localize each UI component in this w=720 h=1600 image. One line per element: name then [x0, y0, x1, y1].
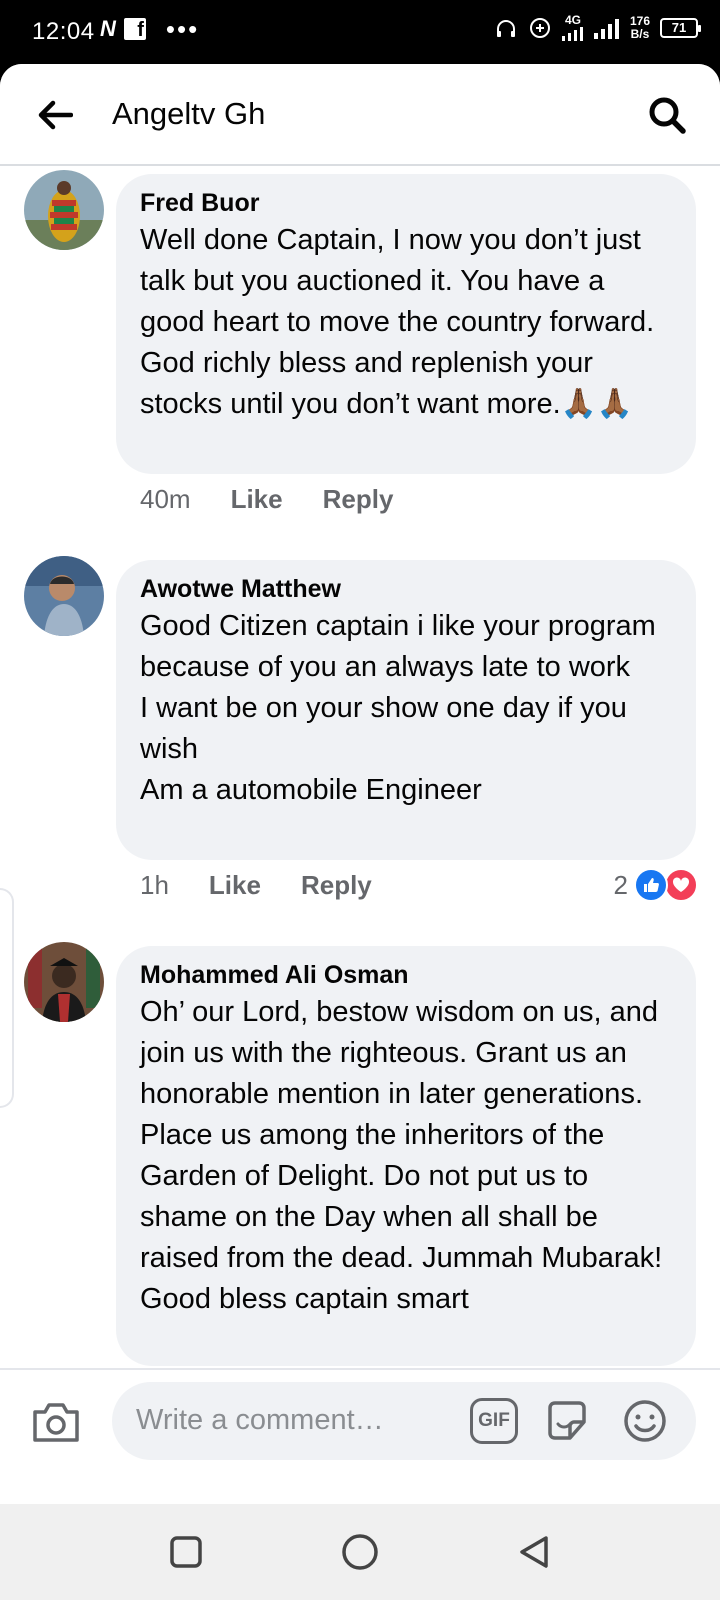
home-button[interactable] [338, 1530, 382, 1574]
network-speed: 176 B/s [629, 13, 650, 41]
back-button[interactable] [30, 90, 80, 140]
emoji-button[interactable] [620, 1396, 670, 1446]
search-icon [649, 97, 686, 134]
network-speed-unit: B/s [630, 26, 650, 41]
comment-bubble[interactable]: Mohammed Ali Osman Oh’ our Lord, bestow … [116, 946, 696, 1366]
avatar[interactable] [24, 556, 104, 636]
avatar-image [24, 942, 104, 1022]
app-screen: Angeltv Gh Fred Buor Well done Captain, … [0, 64, 720, 1504]
like-button[interactable]: Like [231, 484, 283, 515]
avatar[interactable] [24, 170, 104, 250]
comment-input-placeholder: Write a comment… [136, 1404, 384, 1436]
comment-time[interactable]: 1h [140, 870, 169, 901]
search-button[interactable] [640, 88, 694, 142]
network-notification-icon: N [100, 16, 116, 41]
like-button[interactable]: Like [209, 870, 261, 901]
triangle-back-icon [520, 1536, 548, 1568]
reply-button[interactable]: Reply [323, 484, 394, 515]
avatar[interactable] [24, 942, 104, 1022]
status-bar: 12:04 N f ••• 4G 176 B/s 71 [0, 0, 720, 64]
love-icon [664, 868, 698, 902]
comment-text: Oh’ our Lord, bestow wisdom on us, and j… [140, 996, 663, 1315]
network-speed-value: 176 [629, 13, 650, 28]
circle-icon [342, 1534, 378, 1570]
system-back-button[interactable] [512, 1530, 556, 1574]
camera-button[interactable] [28, 1396, 84, 1448]
network-type-label: 4G [564, 13, 581, 27]
square-icon [170, 1536, 202, 1568]
avatar-image [24, 170, 104, 250]
comment-item: Fred Buor Well done Captain, I now you d… [0, 168, 720, 548]
recents-button[interactable] [164, 1530, 208, 1574]
facebook-notification-icon: f [123, 18, 146, 40]
heart-icon [672, 877, 690, 892]
comment-item: Awotwe Matthew Good Citizen captain i li… [0, 554, 720, 934]
status-right-icons: 4G 176 B/s 71 [494, 13, 701, 41]
battery-icon: 71 [660, 17, 701, 38]
comment-bubble[interactable]: Awotwe Matthew Good Citizen captain i li… [116, 560, 696, 860]
comment-author[interactable]: Fred Buor [140, 186, 672, 220]
header: Angeltv Gh [0, 64, 720, 166]
like-icon [634, 868, 668, 902]
camera-icon [33, 1403, 79, 1442]
comment-author[interactable]: Awotwe Matthew [140, 572, 672, 606]
comment-composer: Write a comment… GIF [0, 1368, 720, 1470]
comment-bubble[interactable]: Fred Buor Well done Captain, I now you d… [116, 174, 696, 474]
comment-actions: 1h Like Reply [140, 870, 412, 901]
comment-input[interactable]: Write a comment… GIF [112, 1382, 696, 1460]
battery-level: 71 [671, 20, 687, 35]
more-notifications-icon: ••• [165, 14, 200, 44]
sticker-icon [548, 1401, 586, 1440]
thumbs-up-icon [644, 878, 659, 892]
reactions-summary[interactable]: 2 [614, 868, 698, 902]
page-title: Angeltv Gh [112, 96, 266, 131]
comment-author[interactable]: Mohammed Ali Osman [140, 958, 672, 992]
signal-strength-icon [593, 18, 619, 39]
signal-bars-icon [561, 27, 583, 41]
system-navigation-bar [0, 1504, 720, 1600]
avatar-image [24, 556, 104, 636]
comment-item: Mohammed Ali Osman Oh’ our Lord, bestow … [0, 940, 720, 1370]
headphones-icon [496, 19, 515, 37]
status-left-icons: N f ••• [100, 16, 199, 42]
data-saver-icon [529, 17, 550, 38]
reply-button[interactable]: Reply [301, 870, 372, 901]
gif-button[interactable]: GIF [470, 1398, 518, 1444]
sticker-button[interactable] [542, 1396, 592, 1446]
comment-text: Good Citizen captain i like your program… [140, 610, 656, 806]
arrow-left-icon [38, 100, 73, 130]
status-time: 12:04 [32, 18, 95, 45]
emoji-icon [624, 1400, 666, 1442]
comment-actions: 40m Like Reply [140, 484, 433, 515]
reaction-count: 2 [613, 869, 628, 900]
comment-time[interactable]: 40m [140, 484, 191, 515]
comments-list: Fred Buor Well done Captain, I now you d… [0, 168, 720, 1466]
network-type: 4G [561, 13, 584, 41]
gif-label: GIF [478, 1410, 510, 1431]
side-scroll-handle[interactable] [0, 888, 14, 1108]
comment-text: Well done Captain, I now you don’t just … [140, 224, 655, 420]
